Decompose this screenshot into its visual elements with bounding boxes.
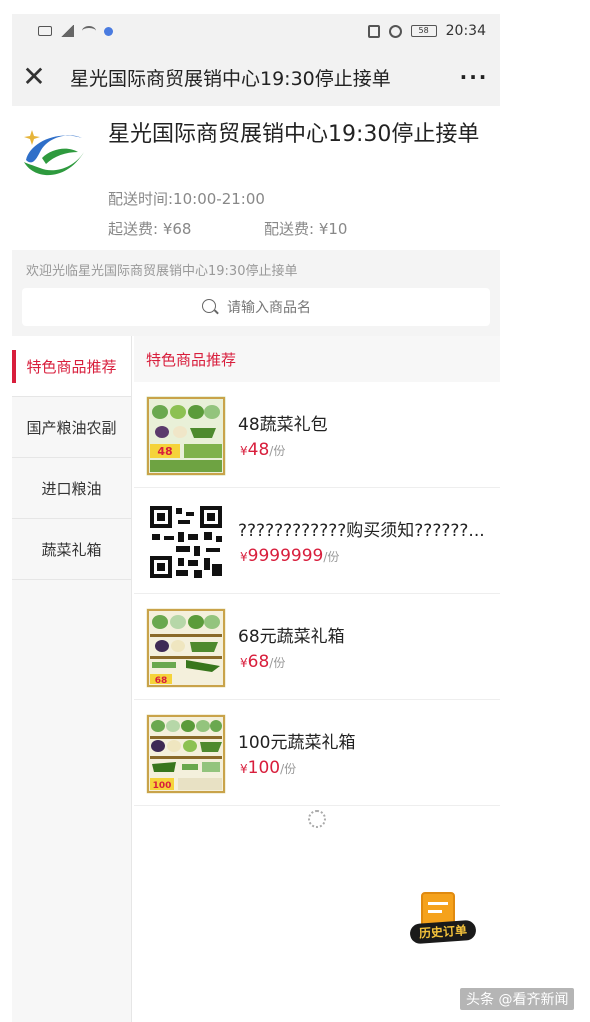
status-time: 20:34 — [445, 23, 486, 39]
thumb-price-tag: 68 — [155, 676, 168, 686]
nfc-icon — [367, 24, 380, 38]
product-price: ¥100/份 — [240, 758, 297, 778]
more-options-button[interactable]: ··· — [448, 65, 500, 89]
product-thumbnail-veg-box-100: 100 — [146, 714, 226, 794]
product-thumbnail-qr-code — [146, 502, 226, 582]
sidebar-item-imported-grain-oil[interactable]: 进口粮油 — [12, 458, 131, 519]
order-history-button[interactable]: 历史订单 — [408, 890, 478, 945]
minimum-order-fee: 起送费: ¥68 — [108, 220, 192, 238]
product-item[interactable]: 68 68元蔬菜礼箱 ¥68/份 — [134, 594, 500, 700]
wifi-icon — [82, 26, 96, 36]
sidebar-item-domestic-grain-oil[interactable]: 国产粮油农副 — [12, 397, 131, 458]
sim-card-icon — [38, 26, 52, 36]
sidebar-item-featured[interactable]: 特色商品推荐 — [12, 336, 131, 397]
thumb-price-tag: 100 — [153, 781, 172, 791]
product-name: 100元蔬菜礼箱 — [238, 733, 356, 753]
battery-icon: 58 — [410, 25, 437, 37]
loading-spinner-icon — [308, 810, 326, 828]
delivery-fee: 配送费: ¥10 — [264, 220, 348, 238]
search-placeholder: 请输入商品名 — [227, 300, 311, 316]
nav-title: 星光国际商贸展销中心19:30停止接单 — [70, 67, 391, 90]
product-name: 68元蔬菜礼箱 — [238, 627, 345, 647]
product-price: ¥68/份 — [240, 652, 286, 672]
product-item[interactable]: 100 100元蔬菜礼箱 ¥100/份 — [134, 700, 500, 806]
notification-dot-icon — [104, 26, 113, 36]
sidebar-item-vegetable-box[interactable]: 蔬菜礼箱 — [12, 519, 131, 580]
product-thumbnail-veg-pack: 48 — [146, 396, 226, 476]
product-item[interactable]: 48 48蔬菜礼包 ¥48/份 — [134, 382, 500, 488]
watermark: 头条 @看齐新闻 — [460, 988, 575, 1010]
search-input[interactable]: 请输入商品名 — [22, 288, 490, 326]
store-header: 星光国际商贸展销中心19:30停止接单 配送时间:10:00-21:00 起送费… — [12, 108, 500, 248]
product-name: 48蔬菜礼包 — [238, 415, 328, 435]
product-item[interactable]: ????????????购买须知??????... ¥9999999/份 — [134, 488, 500, 594]
nav-bar: ✕ 星光国际商贸展销中心19:30停止接单 ··· — [12, 48, 500, 106]
category-sidebar: 特色商品推荐 国产粮油农副 进口粮油 蔬菜礼箱 — [12, 336, 132, 1022]
product-thumbnail-veg-box-68: 68 — [146, 608, 226, 688]
order-history-label: 历史订单 — [409, 919, 477, 945]
section-title: 特色商品推荐 — [134, 336, 500, 382]
welcome-notice: 欢迎光临星光国际商贸展销中心19:30停止接单 — [26, 264, 298, 279]
signal-icon — [60, 25, 74, 37]
product-price: ¥9999999/份 — [240, 546, 340, 566]
close-button[interactable]: ✕ — [12, 48, 56, 106]
status-bar: 58 20:34 — [12, 14, 500, 48]
store-logo-icon — [24, 130, 84, 176]
status-icons-left — [38, 25, 113, 37]
status-icons-right: 58 20:34 — [367, 23, 486, 39]
delivery-time: 配送时间:10:00-21:00 — [108, 190, 265, 208]
thumb-price-tag: 48 — [157, 445, 172, 458]
product-price: ¥48/份 — [240, 440, 286, 460]
alarm-icon — [388, 24, 402, 38]
product-name: ????????????购买须知??????... — [238, 521, 485, 541]
notice-area: 欢迎光临星光国际商贸展销中心19:30停止接单 请输入商品名 — [12, 250, 500, 336]
search-icon — [201, 298, 219, 316]
store-name: 星光国际商贸展销中心19:30停止接单 — [108, 122, 480, 147]
